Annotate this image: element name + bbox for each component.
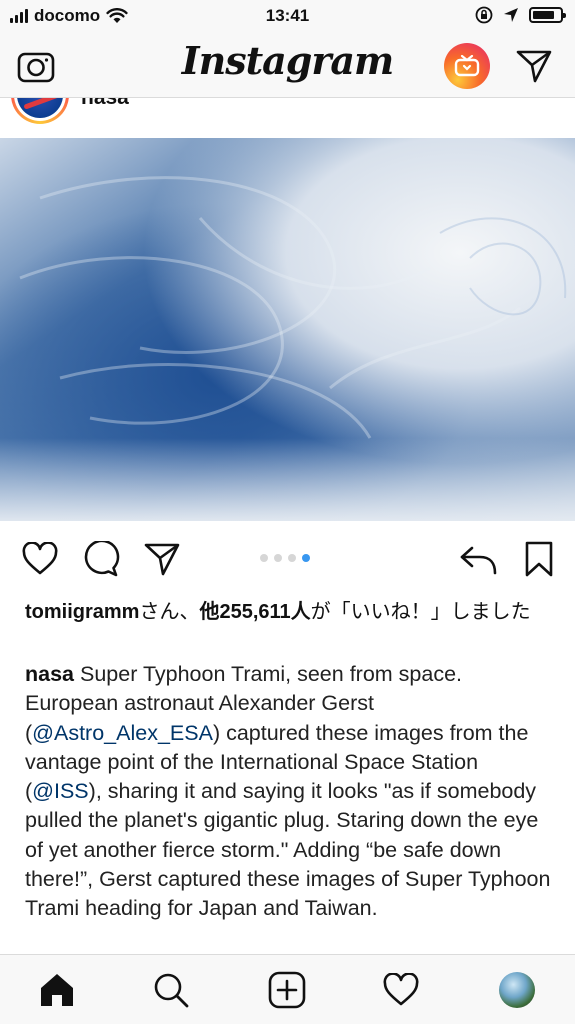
carrier-label: docomo — [34, 6, 101, 25]
nav-search[interactable] — [148, 967, 194, 1013]
post-caption: nasa Super Typhoon Trami, seen from spac… — [25, 660, 555, 924]
caption-text: ), sharing it and saying it looks "as if… — [25, 779, 551, 921]
post-header: nasa ··· — [0, 98, 575, 138]
bookmark-icon — [525, 541, 553, 577]
mention-link[interactable]: @ISS — [32, 779, 88, 803]
app-header: Instagram — [0, 34, 575, 98]
bottom-nav — [0, 954, 575, 1024]
battery-icon — [529, 7, 566, 23]
comment-icon — [84, 541, 120, 577]
add-post-icon — [268, 971, 306, 1009]
post-author-avatar[interactable] — [11, 98, 69, 124]
profile-avatar — [499, 972, 535, 1008]
home-icon — [41, 974, 73, 1006]
nav-home[interactable] — [34, 967, 80, 1013]
status-bar: docomo 13:41 — [0, 0, 575, 34]
post-author-username[interactable]: nasa — [81, 98, 129, 110]
igtv-button[interactable] — [443, 42, 491, 90]
search-icon — [154, 973, 189, 1008]
carousel-dot-active — [302, 554, 310, 562]
nasa-logo — [17, 98, 63, 118]
camera-button[interactable] — [12, 42, 60, 90]
post-photo[interactable] — [0, 138, 575, 521]
activity-heart-icon — [383, 973, 419, 1006]
direct-message-icon — [516, 50, 552, 83]
nav-new-post[interactable] — [264, 967, 310, 1013]
signal-icon — [10, 9, 28, 23]
mention-link[interactable]: @Astro_Alex_ESA — [32, 721, 213, 745]
carrier-group: docomo — [10, 6, 128, 26]
carousel-dot — [288, 554, 296, 562]
nav-profile[interactable] — [494, 967, 540, 1013]
likes-summary[interactable]: tomiigrammさん、他255,611人が「いいね！」しました — [25, 598, 555, 626]
like-button[interactable] — [20, 539, 60, 579]
likes-mid-text: さん、 — [139, 601, 200, 623]
wifi-icon — [106, 8, 128, 23]
carousel-dot — [274, 554, 282, 562]
share-icon — [144, 543, 180, 576]
rotation-lock-icon — [475, 6, 493, 24]
carousel-dot — [260, 554, 268, 562]
comment-button[interactable] — [81, 539, 121, 579]
share-button[interactable] — [142, 539, 182, 579]
camera-icon — [17, 52, 55, 83]
save-button[interactable] — [519, 539, 559, 579]
caption-author[interactable]: nasa — [25, 662, 74, 686]
likes-count[interactable]: 他255,611人 — [199, 601, 310, 623]
direct-message-button[interactable] — [510, 42, 558, 90]
first-liker-username[interactable]: tomiigramm — [25, 601, 139, 623]
carousel-indicator — [260, 554, 310, 562]
reply-arrow-icon — [460, 546, 497, 575]
more-options-button[interactable]: ··· — [533, 98, 561, 108]
nav-activity[interactable] — [378, 967, 424, 1013]
location-icon — [504, 8, 518, 22]
heart-icon — [22, 542, 58, 575]
likes-suffix: が「いいね！」しました — [310, 601, 531, 623]
igtv-icon — [444, 43, 490, 89]
reply-button[interactable] — [458, 539, 498, 579]
